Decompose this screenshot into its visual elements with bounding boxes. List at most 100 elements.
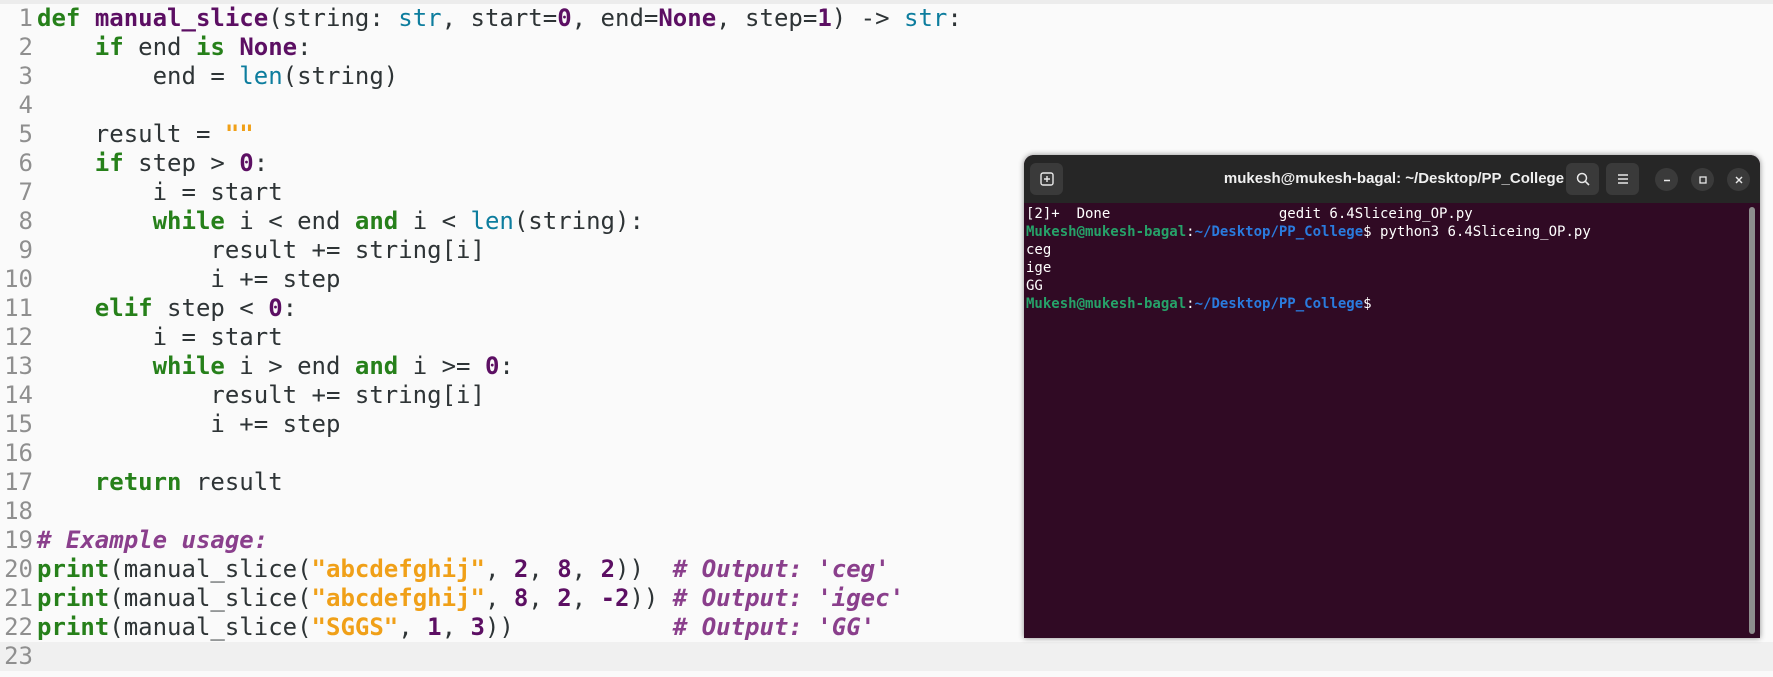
close-icon: [1735, 176, 1742, 183]
code-token: , start=: [441, 4, 558, 32]
minimize-icon: [1663, 179, 1670, 181]
line-number: 21: [4, 584, 33, 612]
code-token: elif: [94, 294, 153, 322]
code-token: result += string[i]: [37, 236, 485, 264]
code-token: print: [37, 555, 110, 583]
terminal-output-line: GG: [1026, 278, 1043, 294]
code-line[interactable]: 5 result = "": [0, 120, 1773, 149]
code-text: print(manual_slice("abcdefghij", 8, 2, -…: [37, 584, 904, 612]
terminal-scrollbar[interactable]: [1749, 207, 1755, 634]
code-token: ,: [528, 584, 558, 612]
code-line[interactable]: 4: [0, 91, 1773, 120]
code-token: def: [37, 4, 81, 32]
code-token: ,: [571, 555, 601, 583]
code-token: :: [282, 294, 298, 322]
code-text: while i < end and i < len(string):: [37, 207, 644, 235]
code-line[interactable]: 3 end = len(string): [0, 62, 1773, 91]
terminal-header-bar[interactable]: mukesh@mukesh-bagal: ~/Desktop/PP_Colleg…: [1024, 155, 1760, 203]
line-number: 20: [4, 555, 33, 583]
code-token: i = start: [37, 178, 283, 206]
line-number: 13: [4, 352, 33, 380]
code-line[interactable]: 1 def manual_slice(string: str, start=0, …: [0, 4, 1773, 33]
code-token: and: [354, 207, 399, 235]
code-token: while: [152, 352, 225, 380]
line-number: 7: [18, 178, 33, 206]
code-token: "abcdefghij": [311, 584, 485, 612]
line-number: 16: [4, 439, 33, 467]
code-token: :: [297, 33, 312, 61]
code-text: i += step: [37, 265, 340, 293]
hamburger-menu-icon: [1617, 174, 1628, 184]
code-token: # Example usage:: [37, 526, 269, 554]
code-line[interactable]: 2 if end is None:: [0, 33, 1773, 62]
close-button[interactable]: [1727, 168, 1750, 191]
code-token: None: [239, 33, 298, 61]
maximize-button[interactable]: [1691, 168, 1714, 191]
code-token: 0: [484, 352, 500, 380]
maximize-icon: [1698, 175, 1707, 184]
prompt-path: ~/Desktop/PP_College: [1194, 296, 1364, 312]
terminal-output-line: [2]+ Done gedit 6.4Sliceing_OP.py: [1026, 206, 1473, 222]
code-token: step >: [123, 149, 240, 177]
terminal-prompt-line: Mukesh@mukesh-bagal:~/Desktop/PP_College…: [1026, 223, 1741, 241]
line-number: 12: [4, 323, 33, 351]
code-text: result = "": [37, 120, 254, 148]
code-token: 2: [513, 555, 529, 583]
code-line[interactable]: 23: [0, 642, 1773, 671]
search-button[interactable]: [1566, 163, 1599, 195]
line-number: 23: [4, 642, 33, 670]
line-number: 9: [18, 236, 33, 264]
code-text: if end is None:: [37, 33, 312, 61]
terminal-prompt-line: Mukesh@mukesh-bagal:~/Desktop/PP_College…: [1026, 295, 1741, 313]
prompt-dollar: $: [1363, 296, 1372, 312]
code-token: i = start: [37, 323, 283, 351]
menu-button[interactable]: [1606, 163, 1639, 195]
line-number: 18: [4, 497, 33, 525]
prompt-path: ~/Desktop/PP_College: [1194, 224, 1364, 240]
line-number: 22: [4, 613, 33, 641]
code-token: 1: [427, 613, 442, 641]
code-token: (manual_slice(: [109, 584, 312, 612]
line-number: 17: [4, 468, 33, 496]
terminal-window[interactable]: mukesh@mukesh-bagal: ~/Desktop/PP_Colleg…: [1024, 155, 1760, 638]
line-number: 14: [4, 381, 33, 409]
code-token: return: [94, 468, 182, 496]
terminal-output-line: ceg: [1026, 242, 1052, 258]
code-token: ,: [484, 584, 514, 612]
code-token: 8: [557, 555, 572, 583]
code-token: result =: [37, 120, 225, 148]
code-token: (string:: [268, 4, 399, 32]
terminal-output[interactable]: [2]+ Done gedit 6.4Sliceing_OP.py Mukesh@…: [1026, 205, 1741, 635]
new-tab-button[interactable]: [1030, 163, 1063, 195]
line-number: 10: [4, 265, 33, 293]
code-token: 2: [557, 584, 572, 612]
terminal-title: mukesh@mukesh-bagal: ~/Desktop/PP_Colleg…: [1223, 170, 1565, 187]
code-token: :: [947, 4, 962, 32]
line-number: 11: [4, 294, 33, 322]
code-token: 2: [600, 555, 616, 583]
code-token: (string):: [513, 207, 644, 235]
code-token: , end=: [571, 4, 659, 32]
code-token: step <: [152, 294, 269, 322]
code-text: print(manual_slice("abcdefghij", 2, 8, 2…: [37, 555, 890, 583]
code-token: end =: [37, 62, 240, 90]
code-text: i = start: [37, 323, 283, 351]
code-token: result: [181, 468, 283, 496]
code-token: end: [123, 33, 196, 61]
code-token: ,: [484, 555, 514, 583]
code-token: )): [484, 613, 673, 641]
code-token: ,: [528, 555, 558, 583]
code-token: while: [152, 207, 225, 235]
prompt-user: Mukesh@mukesh-bagal: [1026, 224, 1187, 240]
prompt-colon: :: [1186, 296, 1195, 312]
code-token: 3: [470, 613, 485, 641]
code-token: 8: [513, 584, 529, 612]
minimize-button[interactable]: [1655, 168, 1678, 191]
search-icon: [1576, 172, 1590, 186]
